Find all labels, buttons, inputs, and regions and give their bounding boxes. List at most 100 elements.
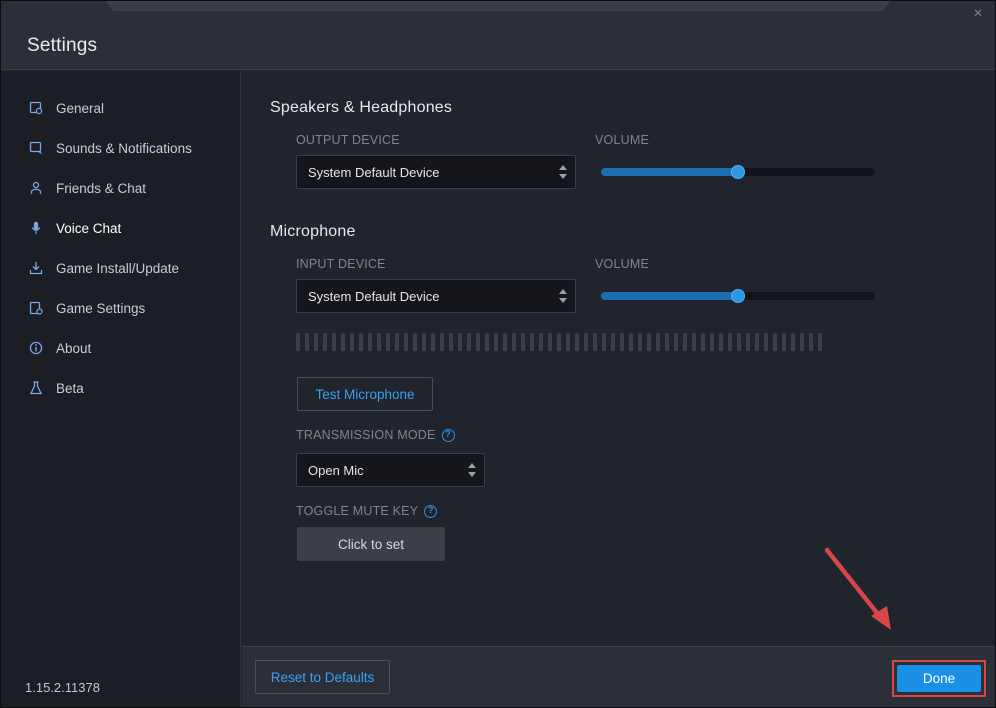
title-bar: Settings × [1,1,995,70]
sidebar-item-voice-chat[interactable]: Voice Chat [29,218,121,238]
meter-tick [431,333,435,351]
sidebar-item-label: Game Install/Update [56,260,180,276]
meter-tick [494,333,498,351]
settings-window: Settings × General Sounds & Notification… [0,0,996,708]
meter-tick [359,333,363,351]
slider-thumb[interactable] [731,165,745,179]
speakers-section-title: Speakers & Headphones [270,99,453,116]
info-icon [29,341,43,355]
meter-tick [719,333,723,351]
sidebar-item-general[interactable]: General [29,98,104,118]
meter-tick [440,333,444,351]
meter-tick [512,333,516,351]
output-device-label: OUTPUT DEVICE [296,133,400,147]
done-button-highlight: Done [892,660,986,697]
flask-icon [29,381,43,395]
test-microphone-button[interactable]: Test Microphone [297,377,433,411]
sidebar-item-about[interactable]: About [29,338,91,358]
meter-tick [341,333,345,351]
meter-tick [791,333,795,351]
meter-tick [710,333,714,351]
download-icon [29,261,43,275]
reset-to-defaults-button[interactable]: Reset to Defaults [255,660,390,694]
title-bar-tab-shape [105,1,891,11]
meter-tick [620,333,624,351]
meter-tick [458,333,462,351]
speakers-volume-label: VOLUME [595,133,649,147]
meter-tick [674,333,678,351]
meter-tick [350,333,354,351]
meter-tick [593,333,597,351]
meter-tick [584,333,588,351]
slider-fill [601,292,738,300]
microphone-volume-label: VOLUME [595,257,649,271]
meter-tick [467,333,471,351]
meter-tick [332,333,336,351]
input-device-value: System Default Device [308,288,440,304]
meter-tick [395,333,399,351]
microphone-section-title: Microphone [270,223,356,240]
help-icon[interactable]: ? [441,428,455,442]
slider-thumb[interactable] [731,289,745,303]
sidebar-item-label: Sounds & Notifications [56,140,192,156]
speakers-volume-slider[interactable] [601,165,875,179]
sidebar-item-label: General [56,100,105,116]
voice-chat-panel: Speakers & Headphones OUTPUT DEVICE VOLU… [242,71,995,646]
sidebar-item-game-install[interactable]: Game Install/Update [29,258,179,278]
settings-sidebar: General Sounds & Notifications Friends &… [1,71,241,707]
meter-tick [602,333,606,351]
meter-tick [737,333,741,351]
meter-tick [611,333,615,351]
meter-tick [449,333,453,351]
meter-tick [782,333,786,351]
sidebar-item-label: About [56,340,92,356]
meter-tick [323,333,327,351]
meter-tick [818,333,822,351]
meter-tick [575,333,579,351]
meter-tick [728,333,732,351]
meter-tick [638,333,642,351]
mute-key-bind-button[interactable]: Click to set [297,527,445,561]
meter-tick [683,333,687,351]
microphone-volume-slider[interactable] [601,289,875,303]
meter-tick [692,333,696,351]
sidebar-item-label: Voice Chat [56,220,122,236]
sidebar-item-sounds[interactable]: Sounds & Notifications [29,138,192,158]
meter-tick [305,333,309,351]
select-arrows-icon [559,165,567,179]
meter-tick [665,333,669,351]
meter-tick [413,333,417,351]
app-version: 1.15.2.11378 [25,680,100,695]
transmission-mode-value: Open Mic [308,462,364,478]
sounds-icon [29,141,43,155]
meter-tick [485,333,489,351]
settings-footer: Reset to Defaults Done [242,646,995,707]
toggle-mute-key-label: TOGGLE MUTE KEY ? [296,504,438,518]
sidebar-item-beta[interactable]: Beta [29,378,84,398]
close-icon[interactable]: × [969,5,987,23]
sidebar-item-label: Friends & Chat [56,180,147,196]
sidebar-item-game-settings[interactable]: Game Settings [29,298,145,318]
meter-tick [314,333,318,351]
meter-tick [629,333,633,351]
window-title: Settings [27,35,98,56]
friends-icon [29,181,43,195]
meter-tick [404,333,408,351]
input-device-select[interactable]: System Default Device [296,279,576,313]
meter-tick [647,333,651,351]
transmission-mode-label: TRANSMISSION MODE ? [296,428,455,442]
slider-fill [601,168,738,176]
select-arrows-icon [559,289,567,303]
meter-tick [521,333,525,351]
meter-tick [530,333,534,351]
output-device-select[interactable]: System Default Device [296,155,576,189]
done-button[interactable]: Done [897,665,981,692]
help-icon[interactable]: ? [424,504,438,518]
meter-tick [566,333,570,351]
meter-tick [773,333,777,351]
sidebar-item-friends[interactable]: Friends & Chat [29,178,146,198]
transmission-mode-select[interactable]: Open Mic [296,453,485,487]
game-settings-icon [29,301,43,315]
output-device-value: System Default Device [308,164,440,180]
input-device-label: INPUT DEVICE [296,257,386,271]
